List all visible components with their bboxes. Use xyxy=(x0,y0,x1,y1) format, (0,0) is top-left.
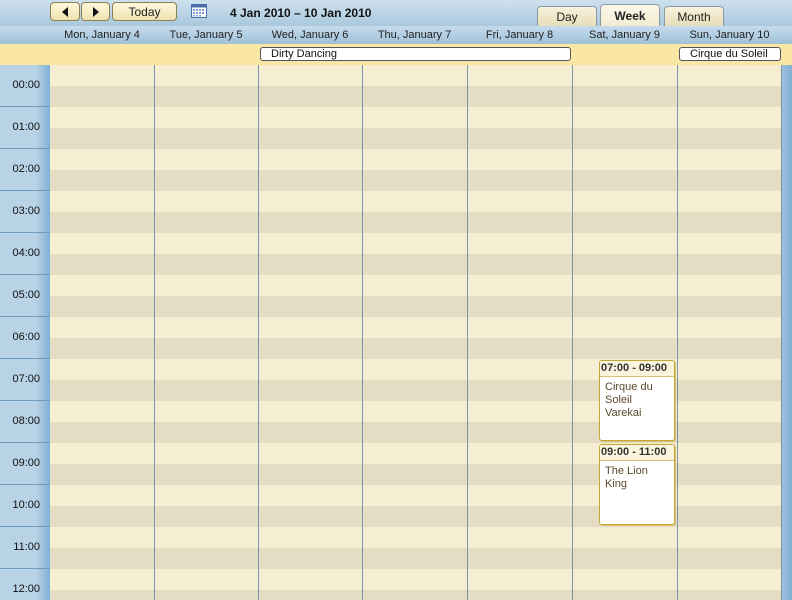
calendar-toolbar: Today 4 Jan 2010 – 10 Jan 2010 Day Week … xyxy=(0,0,792,26)
tab-month[interactable]: Month xyxy=(664,6,724,26)
all-day-row[interactable]: Dirty Dancing Cirque du Soleil xyxy=(0,44,792,65)
hour-label-05: 05:00 xyxy=(12,289,40,301)
day-column-divider xyxy=(467,65,468,600)
hour-divider xyxy=(0,442,50,443)
event-title: Cirque du Soleil Varekai xyxy=(605,381,653,419)
hour-label-08: 08:00 xyxy=(12,415,40,427)
event-cirque-du-soleil-varekai[interactable]: 07:00 - 09:00 Cirque du Soleil Varekai xyxy=(599,360,675,441)
day-header-row: Mon, January 4 Tue, January 5 Wed, Janua… xyxy=(0,26,792,44)
hour-divider xyxy=(0,106,50,107)
arrow-left-icon xyxy=(62,6,68,17)
day-header-tue[interactable]: Tue, January 5 xyxy=(154,26,258,44)
event-time: 09:00 - 11:00 xyxy=(600,445,674,461)
hour-divider xyxy=(0,316,50,317)
event-the-lion-king[interactable]: 09:00 - 11:00 The Lion King xyxy=(599,444,675,525)
hour-divider xyxy=(0,400,50,401)
day-column-divider xyxy=(362,65,363,600)
calendar-picker-icon[interactable] xyxy=(191,3,207,18)
day-header-sun[interactable]: Sun, January 10 xyxy=(677,26,782,44)
hour-divider xyxy=(0,358,50,359)
next-week-button[interactable] xyxy=(81,2,110,21)
day-header-thu[interactable]: Thu, January 7 xyxy=(362,26,467,44)
hour-label-03: 03:00 xyxy=(12,205,40,217)
hour-label-02: 02:00 xyxy=(12,163,40,175)
allday-event-cirque-du-soleil[interactable]: Cirque du Soleil xyxy=(679,47,781,61)
event-title: The Lion King xyxy=(605,465,648,490)
hour-label-12: 12:00 xyxy=(12,583,40,595)
hour-divider xyxy=(0,274,50,275)
day-column-divider xyxy=(258,65,259,600)
today-button[interactable]: Today xyxy=(112,2,177,21)
hour-label-07: 07:00 xyxy=(12,373,40,385)
hour-divider xyxy=(0,190,50,191)
day-column-divider xyxy=(154,65,155,600)
previous-week-button[interactable] xyxy=(50,2,80,21)
date-range-title: 4 Jan 2010 – 10 Jan 2010 xyxy=(230,6,372,20)
vertical-scrollbar[interactable] xyxy=(782,65,792,600)
hour-divider xyxy=(0,484,50,485)
hour-label-11: 11:00 xyxy=(13,541,40,553)
allday-event-dirty-dancing[interactable]: Dirty Dancing xyxy=(260,47,571,61)
hour-label-04: 04:00 xyxy=(12,247,40,259)
tab-week[interactable]: Week xyxy=(600,4,660,26)
day-header-mon[interactable]: Mon, January 4 xyxy=(50,26,154,44)
day-header-sat[interactable]: Sat, January 9 xyxy=(572,26,677,44)
hour-divider xyxy=(0,148,50,149)
day-header-fri[interactable]: Fri, January 8 xyxy=(467,26,572,44)
day-column-divider xyxy=(677,65,678,600)
hour-divider xyxy=(0,568,50,569)
hour-label-09: 09:00 xyxy=(12,457,40,469)
day-column-divider xyxy=(572,65,573,600)
hour-divider xyxy=(0,232,50,233)
arrow-right-icon xyxy=(92,6,99,17)
week-time-grid[interactable]: 07:00 - 09:00 Cirque du Soleil Varekai 0… xyxy=(50,65,782,600)
time-gutter: 00:00 01:00 02:00 03:00 04:00 05:00 06:0… xyxy=(0,65,50,600)
hour-label-01: 01:00 xyxy=(12,121,40,133)
hour-label-06: 06:00 xyxy=(12,331,40,343)
hour-label-00: 00:00 xyxy=(12,79,40,91)
hour-divider xyxy=(0,526,50,527)
event-time: 07:00 - 09:00 xyxy=(600,361,674,377)
day-header-wed[interactable]: Wed, January 6 xyxy=(258,26,362,44)
hour-label-10: 10:00 xyxy=(12,499,40,511)
all-day-gutter xyxy=(0,44,50,65)
tab-day[interactable]: Day xyxy=(537,6,597,26)
